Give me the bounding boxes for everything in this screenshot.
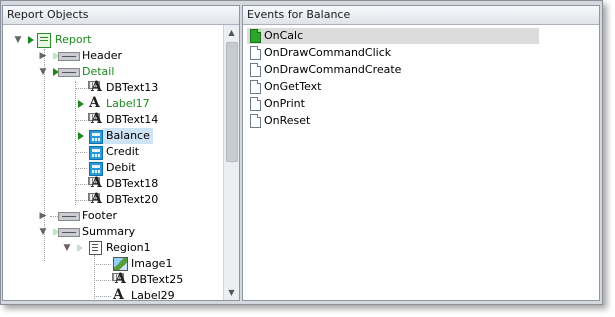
tree-node-region1[interactable]: ▼ Region1 <box>3 240 222 256</box>
tree-guide-line <box>94 296 111 297</box>
tree-node-label: Image1 <box>131 257 173 270</box>
report-objects-panel: Report Objects ▼ Report ▶ Header ▼ Detai… <box>2 5 240 301</box>
tree-node-dbtext18[interactable]: A DBText18 <box>3 175 222 192</box>
tree-guide-line <box>75 168 87 169</box>
tree-guide-line <box>50 216 58 217</box>
dbtext-icon: A <box>91 111 102 127</box>
report-objects-tree[interactable]: ▼ Report ▶ Header ▼ Detail A DBText13 A … <box>3 25 222 300</box>
band-icon <box>58 52 80 61</box>
image-icon <box>113 257 128 271</box>
event-pointer-icon <box>28 36 34 44</box>
report-icon <box>37 33 51 48</box>
label-icon: A <box>113 287 124 300</box>
document-icon <box>250 114 261 128</box>
tree-node-label17[interactable]: A Label17 <box>3 95 222 112</box>
tree-node-detail[interactable]: ▼ Detail <box>3 64 222 80</box>
events-title: Events for Balance <box>243 6 599 25</box>
dbcalc-icon <box>89 130 103 144</box>
chevron-down-icon[interactable]: ▼ <box>38 64 48 80</box>
tree-node-label: Label17 <box>106 97 150 110</box>
tree-guide-line <box>75 184 87 185</box>
tree-node-dbtext25[interactable]: A DBText25 <box>3 271 222 288</box>
tree-node-footer[interactable]: ▶ Footer <box>3 208 222 224</box>
event-label: OnDrawCommandClick <box>264 46 392 59</box>
tree-guide-line <box>75 200 87 201</box>
tree-guide-line <box>94 280 111 281</box>
events-panel: Events for Balance OnCalc OnDrawCommandC… <box>242 5 600 301</box>
tree-node-label: Summary <box>82 225 136 238</box>
tree-node-balance[interactable]: Balance <box>3 128 222 144</box>
event-pointer-icon <box>78 132 84 140</box>
tree-guide-line <box>75 120 87 121</box>
tree-node-label29[interactable]: A Label29 <box>3 287 222 300</box>
tree-node-label: DBText14 <box>106 113 159 126</box>
dbtext-icon: A <box>115 271 126 287</box>
event-pointer-icon <box>77 244 83 252</box>
report-objects-title: Report Objects <box>3 6 239 25</box>
dbtext-icon: A <box>91 175 102 191</box>
chevron-right-icon[interactable]: ▶ <box>38 48 48 64</box>
tree-node-dbtext13[interactable]: A DBText13 <box>3 79 222 96</box>
tree-node-summary[interactable]: ▼ Summary <box>3 224 222 240</box>
document-icon <box>250 63 261 77</box>
dbtext-icon: A <box>91 79 102 95</box>
band-icon <box>58 228 80 237</box>
document-icon <box>250 46 261 60</box>
document-icon <box>250 29 261 43</box>
dbtext-icon: A <box>91 191 102 207</box>
tree-node-label: DBText25 <box>131 273 184 286</box>
event-label: OnReset <box>264 114 311 127</box>
tree-node-label: DBText13 <box>106 81 159 94</box>
document-icon <box>250 80 261 94</box>
event-pointer-icon <box>78 100 84 108</box>
chevron-down-icon[interactable]: ▼ <box>13 32 23 48</box>
tree-node-label: Label29 <box>131 289 175 300</box>
event-label: OnDrawCommandCreate <box>264 63 402 76</box>
tree-node-credit[interactable]: Credit <box>3 144 222 160</box>
tree-node-label: Region1 <box>106 241 151 254</box>
tree-node-label: Header <box>82 49 123 62</box>
label-icon: A <box>89 95 100 111</box>
tree-node-label: Report <box>55 33 92 46</box>
tree-node-dbtext20[interactable]: A DBText20 <box>3 191 222 208</box>
event-item-oncalc[interactable]: OnCalc <box>247 28 539 44</box>
event-label: OnCalc <box>264 29 304 42</box>
tree-node-label: Footer <box>82 209 117 222</box>
tree-node-debit[interactable]: Debit <box>3 160 222 176</box>
tree-node-label: Debit <box>106 161 136 174</box>
tree-guide-line <box>75 88 87 89</box>
tree-guide-line <box>75 152 87 153</box>
tree-node-image1[interactable]: Image1 <box>3 256 222 272</box>
tree-scrollbar[interactable]: ▲ ▼ <box>223 25 239 300</box>
event-label: OnGetText <box>264 80 322 93</box>
tree-node-report[interactable]: ▼ Report <box>3 32 222 48</box>
report-tree-dialog: Report Objects ▼ Report ▶ Header ▼ Detai… <box>0 0 603 305</box>
tree-guide-line <box>94 264 111 265</box>
chevron-right-icon[interactable]: ▶ <box>38 208 48 224</box>
tree-node-label: Credit <box>106 145 140 158</box>
dbcalc-icon <box>89 162 103 176</box>
chevron-down-icon[interactable]: ▼ <box>62 240 72 256</box>
band-icon <box>58 212 80 221</box>
region-icon <box>89 241 102 255</box>
tree-node-dbtext14[interactable]: A DBText14 <box>3 111 222 128</box>
tree-node-label: Balance <box>103 128 153 144</box>
tree-node-header[interactable]: ▶ Header <box>3 48 222 64</box>
chevron-down-icon[interactable]: ▼ <box>38 224 48 240</box>
document-icon <box>250 97 261 111</box>
tree-node-label: Detail <box>82 65 115 78</box>
tree-node-label: DBText20 <box>106 193 159 206</box>
tree-node-label: DBText18 <box>106 177 159 190</box>
event-label: OnPrint <box>264 97 305 110</box>
band-icon <box>58 68 80 77</box>
scroll-up-icon[interactable]: ▲ <box>224 25 239 40</box>
dbcalc-icon <box>89 146 103 160</box>
scrollbar-thumb[interactable] <box>226 42 238 162</box>
scroll-down-icon[interactable]: ▼ <box>224 285 239 300</box>
